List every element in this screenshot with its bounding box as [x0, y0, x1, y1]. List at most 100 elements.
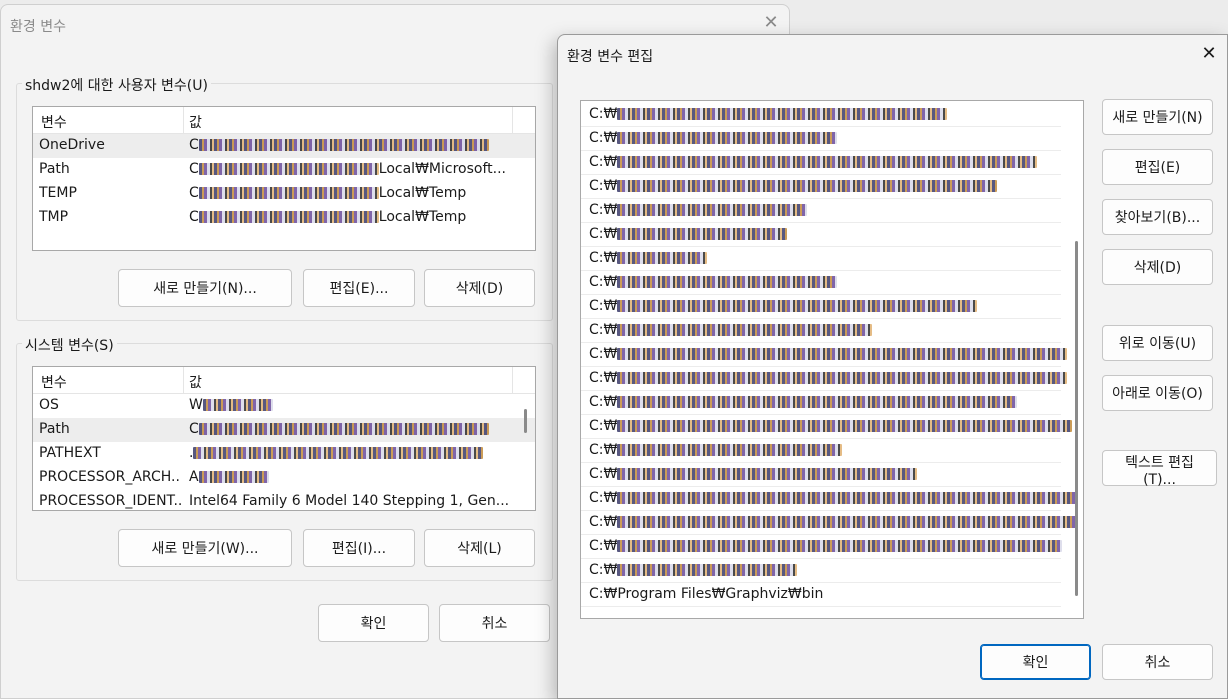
- system-variables-label: 시스템 변수(S): [22, 335, 117, 355]
- variable-name: OS: [39, 397, 59, 413]
- list-item[interactable]: C:₩: [581, 511, 1078, 535]
- user-new-button[interactable]: 새로 만들기(N)...: [118, 269, 292, 307]
- redacted-path: [617, 108, 948, 120]
- path-text: Program Files₩Graphviz₩bin: [617, 586, 824, 602]
- table-row[interactable]: PROCESSOR_IDENT... Intel64 Family 6 Model…: [33, 490, 535, 510]
- system-new-button[interactable]: 새로 만들기(W)...: [118, 529, 292, 567]
- path-entry-text: C:₩: [589, 226, 788, 242]
- column-header-name[interactable]: 변수: [41, 372, 67, 392]
- list-item[interactable]: C:₩: [581, 559, 1061, 583]
- path-entry-text: C:₩: [589, 514, 1078, 530]
- move-up-button[interactable]: 위로 이동(U): [1102, 325, 1213, 361]
- path-prefix: C:₩: [589, 442, 618, 458]
- redacted-path: [617, 204, 808, 216]
- new-button[interactable]: 새로 만들기(N): [1102, 99, 1213, 135]
- redacted-path: [617, 300, 978, 312]
- user-edit-button[interactable]: 편집(E)...: [303, 269, 415, 307]
- table-row[interactable]: OneDrive C: [33, 134, 535, 158]
- path-prefix: C:₩: [589, 370, 618, 386]
- list-item[interactable]: C:₩: [581, 535, 1063, 559]
- path-entry-text: C:₩: [589, 178, 998, 194]
- path-entry-text: C:₩: [589, 394, 1018, 410]
- variable-name: OneDrive: [39, 137, 105, 153]
- list-item[interactable]: C:₩: [581, 199, 1061, 223]
- path-entries-list[interactable]: C:₩ C:₩ C:₩ C:₩ C:₩ C:₩ C:₩ C:₩ C:₩ C:₩ C:₩ C:₩ C:₩ C…: [580, 100, 1084, 619]
- path-entry-text: C:₩: [589, 250, 708, 266]
- redacted-value: [198, 187, 379, 199]
- list-item[interactable]: C:₩: [581, 295, 1061, 319]
- column-header-name[interactable]: 변수: [41, 112, 67, 132]
- ok-button[interactable]: 확인: [980, 644, 1091, 680]
- value-suffix: Local₩Temp: [378, 185, 467, 201]
- path-prefix: C:₩: [589, 130, 618, 146]
- list-item[interactable]: C:₩: [581, 247, 1061, 271]
- list-item[interactable]: C:₩: [581, 151, 1061, 175]
- variable-value: A: [189, 469, 509, 485]
- list-item[interactable]: C:₩: [581, 127, 1061, 151]
- table-row[interactable]: PROCESSOR_ARCH... A: [33, 466, 535, 490]
- cancel-button[interactable]: 취소: [439, 604, 550, 642]
- path-prefix: C:₩: [589, 298, 618, 314]
- path-prefix: C:₩: [589, 418, 618, 434]
- path-entry-text: C:₩: [589, 418, 1073, 434]
- path-entry-text: C:₩: [589, 538, 1063, 554]
- list-item[interactable]: C:₩: [581, 223, 1061, 247]
- path-list-scrollbar[interactable]: [1070, 101, 1083, 618]
- table-row[interactable]: TEMP C Local₩Temp: [33, 182, 535, 206]
- path-entry-text: C:₩: [589, 106, 948, 122]
- path-prefix: C:₩: [589, 562, 618, 578]
- system-edit-button[interactable]: 편집(I)...: [303, 529, 415, 567]
- list-item[interactable]: C:₩: [581, 487, 1078, 511]
- variable-name: PROCESSOR_ARCH...: [39, 469, 181, 485]
- edit-text-button[interactable]: 텍스트 편집(T)...: [1102, 450, 1217, 488]
- delete-button[interactable]: 삭제(D): [1102, 249, 1213, 285]
- system-list-scrollbar[interactable]: [519, 393, 533, 510]
- table-row[interactable]: TMP C Local₩Temp: [33, 206, 535, 230]
- list-item[interactable]: C:₩: [581, 175, 1061, 199]
- list-item[interactable]: C:₩: [581, 343, 1068, 367]
- value-prefix: C: [189, 161, 199, 177]
- list-item[interactable]: C:₩: [581, 103, 1061, 127]
- value-prefix: W: [189, 397, 203, 413]
- variable-value: C Local₩Temp: [189, 209, 509, 225]
- variable-name: PROCESSOR_IDENT...: [39, 493, 181, 509]
- path-prefix: C:₩: [589, 202, 618, 218]
- list-item[interactable]: C:₩: [581, 319, 1061, 343]
- user-delete-button[interactable]: 삭제(D): [424, 269, 535, 307]
- list-item[interactable]: C:₩: [581, 367, 1068, 391]
- redacted-path: [617, 372, 1068, 384]
- cancel-button[interactable]: 취소: [1102, 644, 1213, 680]
- edit-button[interactable]: 편집(E): [1102, 149, 1213, 185]
- column-header-value[interactable]: 값: [189, 372, 202, 392]
- value-prefix: C: [189, 137, 199, 153]
- variable-value: C Local₩Microsoft...: [189, 161, 509, 177]
- system-delete-button[interactable]: 삭제(L): [424, 529, 535, 567]
- path-prefix: C:₩: [589, 346, 618, 362]
- ok-button[interactable]: 확인: [318, 604, 429, 642]
- table-row[interactable]: OS W: [33, 394, 535, 418]
- list-item[interactable]: C:₩: [581, 439, 1061, 463]
- path-entry-text: C:₩: [589, 346, 1068, 362]
- path-entry-text: C:₩Program Files₩Graphviz₩bin: [589, 586, 823, 602]
- table-row[interactable]: Path C: [33, 418, 535, 442]
- system-variables-list[interactable]: 변수 값 OS W Path C PATHEXT. PROCESSOR_ARCH... A P…: [32, 366, 536, 511]
- list-item[interactable]: C:₩Program Files₩Graphviz₩bin: [581, 583, 1061, 607]
- scrollbar-thumb[interactable]: [1075, 241, 1078, 596]
- path-entry-text: C:₩: [589, 298, 978, 314]
- dialog-title: 환경 변수: [10, 19, 66, 35]
- path-entry-text: C:₩: [589, 154, 1038, 170]
- list-item[interactable]: C:₩: [581, 271, 1061, 295]
- table-row[interactable]: PATHEXT.: [33, 442, 535, 466]
- browse-button[interactable]: 찾아보기(B)...: [1102, 199, 1213, 235]
- user-variables-list[interactable]: 변수 값 OneDrive C Path C Local₩Microsoft... TEM…: [32, 106, 536, 251]
- column-header-value[interactable]: 값: [189, 112, 202, 132]
- close-icon[interactable]: ✕: [1198, 43, 1220, 65]
- move-down-button[interactable]: 아래로 이동(O): [1102, 375, 1213, 411]
- redacted-value: [198, 211, 379, 223]
- list-item[interactable]: C:₩: [581, 415, 1073, 439]
- list-item[interactable]: C:₩: [581, 391, 1061, 415]
- list-item[interactable]: C:₩: [581, 463, 1061, 487]
- close-icon[interactable]: ✕: [761, 13, 781, 33]
- table-row[interactable]: Path C Local₩Microsoft...: [33, 158, 535, 182]
- path-prefix: C:₩: [589, 490, 618, 506]
